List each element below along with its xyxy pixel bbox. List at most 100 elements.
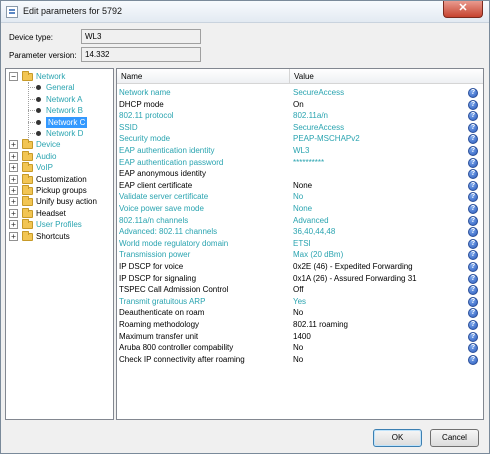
tree-item-audio[interactable]: + Audio — [6, 150, 113, 162]
collapse-icon[interactable]: − — [9, 72, 18, 81]
column-divider[interactable] — [289, 69, 290, 84]
help-icon[interactable]: ? — [468, 273, 478, 284]
tree-item-pickup-groups[interactable]: + Pickup groups — [6, 185, 113, 196]
help-icon[interactable]: ? — [468, 99, 478, 110]
parameter-row[interactable]: 802.11a/n channels Advanced? — [117, 215, 483, 226]
parameter-value[interactable]: ETSI — [293, 238, 311, 249]
name-column-header[interactable]: Name — [121, 72, 142, 81]
parameter-row[interactable]: EAP client certificate None? — [117, 180, 483, 191]
tree-item-network-b[interactable]: Network B — [6, 105, 113, 116]
parameter-value[interactable]: Yes — [293, 296, 306, 307]
help-icon[interactable]: ? — [468, 169, 478, 180]
parameter-value[interactable]: 36,40,44,48 — [293, 226, 335, 237]
help-icon[interactable]: ? — [468, 250, 478, 261]
parameter-row[interactable]: Network name SecureAccess? — [117, 87, 483, 98]
expand-icon[interactable]: + — [9, 231, 18, 241]
parameter-row[interactable]: Transmit gratuitous ARP Yes? — [117, 296, 483, 307]
tree-item-network-a[interactable]: Network A — [6, 94, 113, 105]
parameter-value[interactable]: 0x2E (46) - Expedited Forwarding — [293, 261, 413, 272]
help-icon[interactable]: ? — [468, 157, 478, 168]
parameter-row[interactable]: EAP authentication password **********? — [117, 157, 483, 168]
parameter-value[interactable]: SecureAccess — [293, 87, 344, 98]
tree-item-network-c[interactable]: Network C — [6, 116, 113, 128]
parameter-value[interactable]: 0x1A (26) - Assured Forwarding 31 — [293, 273, 417, 284]
tree-item-device[interactable]: + Device — [6, 139, 113, 150]
parameter-value[interactable]: 1400 — [293, 331, 311, 342]
help-icon[interactable]: ? — [468, 180, 478, 191]
parameter-row[interactable]: Security mode PEAP-MSCHAPv2? — [117, 133, 483, 145]
parameter-row[interactable]: Validate server certificate No? — [117, 191, 483, 203]
parameter-row[interactable]: Deauthenticate on roam No? — [117, 307, 483, 319]
parameter-row[interactable]: Voice power save mode None? — [117, 203, 483, 214]
help-icon[interactable]: ? — [468, 354, 478, 365]
parameter-row[interactable]: EAP anonymous identity? — [117, 168, 483, 180]
parameter-row[interactable]: TSPEC Call Admission Control Off? — [117, 284, 483, 296]
expand-icon[interactable]: + — [9, 208, 18, 218]
parameter-row[interactable]: World mode regulatory domain ETSI? — [117, 238, 483, 249]
help-icon[interactable]: ? — [468, 227, 478, 238]
parameter-row[interactable]: SSID SecureAccess? — [117, 122, 483, 133]
tree-item-unify-busy-action[interactable]: + Unify busy action — [6, 196, 113, 207]
parameter-row[interactable]: DHCP mode On? — [117, 99, 483, 110]
parameter-row[interactable]: Advanced: 802.11 channels 36,40,44,48? — [117, 226, 483, 238]
tree-item-general[interactable]: General — [6, 82, 113, 93]
parameter-value[interactable]: Advanced — [293, 215, 329, 226]
parameter-value[interactable]: PEAP-MSCHAPv2 — [293, 133, 360, 144]
tree-item-user-profiles[interactable]: + User Profiles — [6, 219, 113, 230]
expand-icon[interactable]: + — [9, 197, 18, 207]
cancel-button[interactable]: Cancel — [430, 429, 479, 447]
parameter-row[interactable]: IP DSCP for signaling 0x1A (26) - Assured… — [117, 273, 483, 284]
expand-icon[interactable]: + — [9, 186, 18, 195]
tree-item-shortcuts[interactable]: + Shortcuts — [6, 230, 113, 242]
tree-item-network-d[interactable]: Network D — [6, 128, 113, 139]
help-icon[interactable]: ? — [468, 192, 478, 203]
help-icon[interactable]: ? — [468, 296, 478, 307]
title-bar[interactable]: Edit parameters for 5792 ✕ — [1, 1, 489, 23]
parameter-value[interactable]: On — [293, 99, 304, 110]
parameter-row[interactable]: EAP authentication identity WL3? — [117, 145, 483, 156]
expand-icon[interactable]: + — [9, 140, 18, 150]
help-icon[interactable]: ? — [468, 88, 478, 98]
parameter-row[interactable]: Aruba 800 controller compability No? — [117, 342, 483, 354]
help-icon[interactable]: ? — [468, 238, 478, 249]
tree-item-headset[interactable]: + Headset — [6, 207, 113, 219]
expand-icon[interactable]: + — [9, 174, 18, 184]
parameter-row[interactable]: Maximum transfer unit 1400? — [117, 331, 483, 342]
help-icon[interactable]: ? — [468, 262, 478, 272]
tree-item-voip[interactable]: + VoIP — [6, 162, 113, 173]
parameter-value[interactable]: No — [293, 307, 303, 318]
tree-item-network[interactable]: − Network — [6, 71, 113, 82]
help-icon[interactable]: ? — [468, 308, 478, 319]
value-column-header[interactable]: Value — [294, 72, 314, 81]
expand-icon[interactable]: + — [9, 151, 18, 161]
parameter-value[interactable]: No — [293, 354, 303, 365]
parameter-row[interactable]: Roaming methodology 802.11 roaming? — [117, 319, 483, 330]
parameter-value[interactable]: WL3 — [293, 145, 309, 156]
help-icon[interactable]: ? — [468, 111, 478, 122]
parameter-value[interactable]: 802.11 roaming — [293, 319, 348, 330]
help-icon[interactable]: ? — [468, 146, 478, 156]
parameter-value[interactable]: No — [293, 191, 303, 202]
parameter-row[interactable]: 802.11 protocol 802.11a/n? — [117, 110, 483, 122]
parameter-value[interactable]: Off — [293, 284, 304, 295]
parameter-value[interactable]: Max (20 dBm) — [293, 249, 343, 260]
parameter-tree[interactable]: − Network General Network A Network B Network… — [5, 68, 114, 420]
parameter-value[interactable]: ********** — [293, 157, 324, 168]
help-icon[interactable]: ? — [468, 343, 478, 354]
close-button[interactable]: ✕ — [443, 1, 483, 18]
parameter-grid[interactable]: Name Value Network name SecureAccess? DHCP… — [116, 68, 484, 420]
help-icon[interactable]: ? — [468, 331, 478, 342]
expand-icon[interactable]: + — [9, 220, 18, 230]
help-icon[interactable]: ? — [468, 134, 478, 145]
help-icon[interactable]: ? — [468, 320, 478, 330]
parameter-value[interactable]: 802.11a/n — [293, 110, 328, 121]
help-icon[interactable]: ? — [468, 285, 478, 296]
help-icon[interactable]: ? — [468, 204, 478, 214]
parameter-row[interactable]: Transmission power Max (20 dBm)? — [117, 249, 483, 261]
expand-icon[interactable]: + — [9, 163, 18, 173]
parameter-value[interactable]: None — [293, 203, 312, 214]
parameter-row[interactable]: IP DSCP for voice 0x2E (46) - Expedited F… — [117, 261, 483, 272]
parameter-row[interactable]: Check IP connectivity after roaming No? — [117, 354, 483, 365]
help-icon[interactable]: ? — [468, 215, 478, 226]
parameter-value[interactable]: None — [293, 180, 312, 191]
